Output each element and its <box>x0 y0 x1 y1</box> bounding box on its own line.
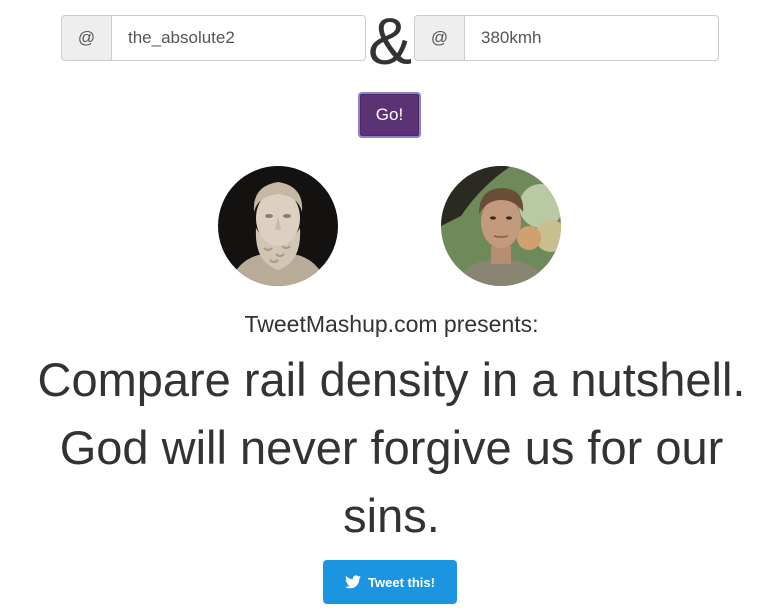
user2-handle-input[interactable] <box>464 15 719 61</box>
tweet-this-label: Tweet this! <box>368 574 435 590</box>
user2-input-group: @ <box>414 15 719 61</box>
young-man-photo-avatar-icon <box>441 166 561 286</box>
user1-input-group: @ <box>61 15 366 61</box>
ampersand-separator: & <box>367 4 413 78</box>
go-button[interactable]: Go! <box>358 92 421 138</box>
user2-at-addon: @ <box>414 15 464 61</box>
mashup-tweet-text: Compare rail density in a nutshell. God … <box>37 353 746 542</box>
aristotle-bust-avatar-icon <box>218 166 338 286</box>
user1-handle-input[interactable] <box>111 15 366 61</box>
twitter-bird-icon <box>345 575 362 589</box>
user1-avatar[interactable] <box>218 166 338 286</box>
user1-at-addon: @ <box>61 15 111 61</box>
tweet-this-button[interactable]: Tweet this! <box>323 560 457 604</box>
page: @ & @ Go! <box>0 0 783 610</box>
user2-avatar[interactable] <box>441 166 561 286</box>
presents-heading: TweetMashup.com presents: <box>244 311 539 337</box>
